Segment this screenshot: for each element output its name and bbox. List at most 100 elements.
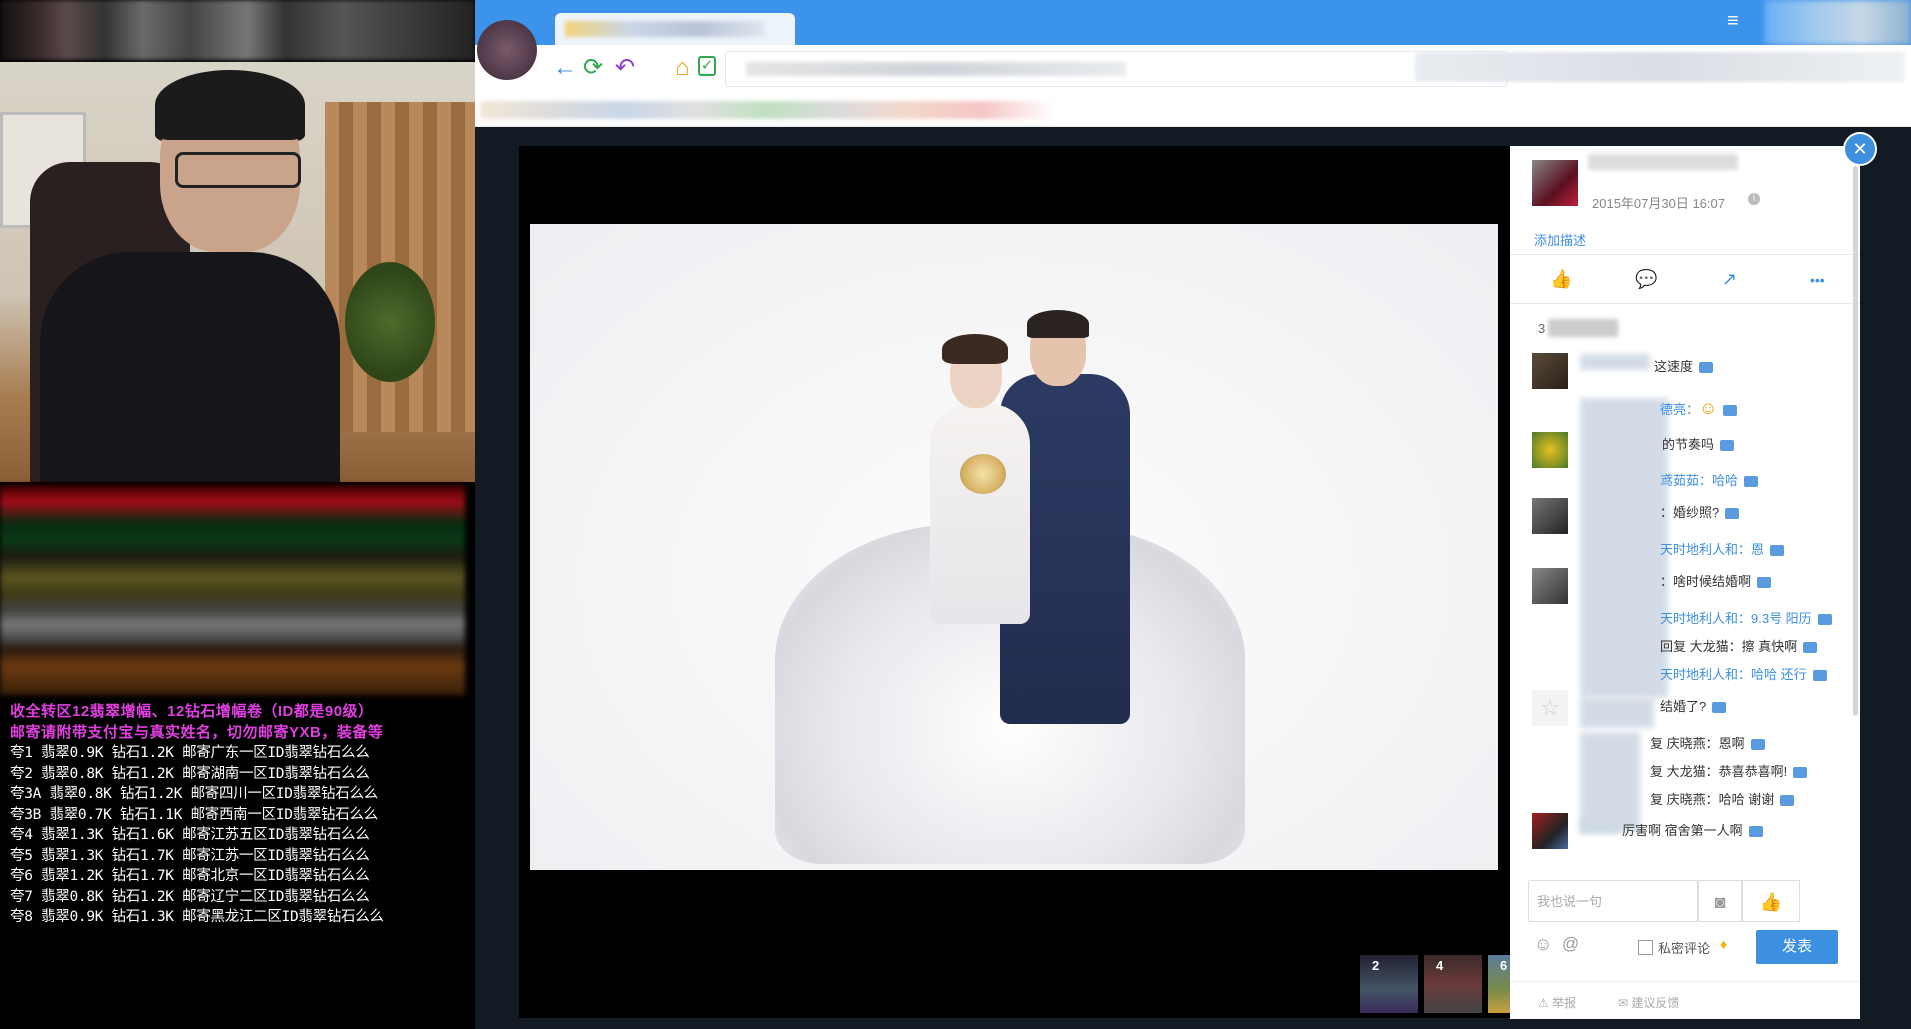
smile-emoji-icon: ☺ <box>1699 398 1718 418</box>
commenter-avatar[interactable] <box>1532 498 1568 534</box>
at-icon[interactable]: @ <box>1562 934 1579 954</box>
menu-icon[interactable]: ≡ <box>1727 10 1739 33</box>
commenter-avatar[interactable] <box>1532 432 1568 468</box>
undo-icon[interactable]: ↶ <box>615 55 635 81</box>
promo-line-1: 收全转区12翡翠增幅、12钻石增幅卷（ID都是90级） <box>10 703 374 720</box>
stream-overlay: 收全转区12翡翠增幅、12钻石增幅卷（ID都是90级） 邮寄请附带支付宝与真实姓… <box>0 0 475 1029</box>
panel-footer: ⚠ 举报 ✉ 建议反馈 <box>1510 981 1860 1020</box>
reply-icon[interactable] <box>1757 577 1772 589</box>
more-icon[interactable]: ••• <box>1810 272 1825 288</box>
reply-icon[interactable] <box>1750 739 1765 751</box>
streamer-shirt <box>40 252 340 482</box>
address-bar[interactable]: ✓ ⚡ ☆ ▾ <box>698 51 1520 87</box>
poster-avatar[interactable] <box>1532 160 1578 206</box>
thumbnail[interactable]: 2 <box>1360 955 1418 1013</box>
tab-title <box>565 21 765 37</box>
comment-text: 天时地利人和：9.3号 阳历 <box>1660 608 1832 627</box>
comment-body: 的节奏吗 <box>1662 437 1715 452</box>
comment-text: ：啥时候结婚啊 <box>1660 571 1772 590</box>
like-icon[interactable]: 👍 <box>1550 269 1572 290</box>
comment-body: 结婚了? <box>1660 699 1707 714</box>
comment-body: 这速度 <box>1654 359 1694 374</box>
reply-icon[interactable] <box>1712 702 1727 714</box>
comment-text: 天时地利人和：恩 <box>1660 539 1785 558</box>
star-icon: ☆ <box>1532 690 1568 726</box>
reply-icon[interactable] <box>1817 614 1832 626</box>
thumbnail[interactable]: 4 <box>1424 955 1482 1013</box>
comment-icon[interactable]: 💬 <box>1635 269 1657 290</box>
report-link[interactable]: ⚠ 举报 <box>1538 994 1576 1011</box>
commenter-avatar[interactable] <box>1532 813 1568 849</box>
camera-icon[interactable]: ◙ <box>1698 880 1742 922</box>
post-time: 2015年07月30日 16:07 <box>1592 196 1725 211</box>
comment-text: 厉害啊 宿舍第一人啊 <box>1622 820 1763 839</box>
comment-text: 的节奏吗 <box>1662 434 1735 453</box>
bookmarks-bar <box>475 93 1911 127</box>
comment-body: ：啥时候结婚啊 <box>1660 574 1752 589</box>
reply-icon[interactable] <box>1793 767 1808 779</box>
comment-text: 天时地利人和：哈哈 还行 <box>1660 664 1827 683</box>
emoji-icon[interactable]: ☺ <box>1534 934 1552 955</box>
comment-text: 复 大龙猫：恭喜恭喜啊! <box>1650 761 1808 780</box>
reply-icon[interactable] <box>1803 642 1818 654</box>
close-button[interactable]: ✕ <box>1843 132 1877 166</box>
price-row: 夸8 翡翠0.9K 钻石1.3K 邮寄黑龙江二区ID翡翠钻石么么 <box>10 909 384 925</box>
share-icon[interactable]: ↗ <box>1722 269 1737 290</box>
comment-input[interactable]: 我也说一句 <box>1528 880 1698 922</box>
price-row: 夸7 翡翠0.8K 钻石1.2K 邮寄辽宁二区ID翡翠钻石么么 <box>10 888 370 905</box>
refresh-icon[interactable]: ⟳ <box>583 55 603 81</box>
action-bar: 👍 💬 ↗ ••• <box>1510 254 1860 304</box>
price-row: 夸3A 翡翠0.8K 钻石1.2K 邮寄四川一区ID翡翠钻石么么 <box>10 786 378 802</box>
reply-icon[interactable] <box>1699 362 1714 374</box>
search-input[interactable] <box>1415 52 1905 82</box>
comment-text: 结婚了? <box>1660 696 1727 715</box>
feedback-link[interactable]: ✉ 建议反馈 <box>1618 994 1679 1011</box>
blurred-overlay <box>0 485 465 695</box>
feedback-label: 建议反馈 <box>1631 996 1680 1010</box>
wedding-photo[interactable] <box>530 224 1498 870</box>
comment-text: 这速度 <box>1654 356 1714 375</box>
comment-body: 厉害啊 宿舍第一人啊 <box>1622 823 1743 838</box>
reply-icon[interactable] <box>1723 405 1738 417</box>
promo-line-2: 邮寄请附带支付宝与真实姓名，切勿邮寄YXB，装备等 <box>10 724 384 741</box>
comment-body: 天时地利人和：恩 <box>1660 542 1765 557</box>
reply-icon[interactable] <box>1720 440 1735 452</box>
comment-text: 回复 大龙猫：擦 真快啊 <box>1660 636 1818 655</box>
price-row: 夸1 翡翠0.9K 钻石1.2K 邮寄广东一区ID翡翠钻石么么 <box>10 745 370 761</box>
send-button[interactable]: 发表 <box>1756 930 1838 964</box>
bookmark-items[interactable] <box>480 101 1055 119</box>
commenter-avatar[interactable] <box>1532 353 1568 389</box>
reply-icon[interactable] <box>1770 545 1785 557</box>
scrollbar[interactable] <box>1853 166 1858 716</box>
webcam-feed <box>0 62 475 482</box>
comment-count: 3 <box>1538 321 1546 336</box>
add-description-link[interactable]: 添加描述 <box>1534 230 1586 249</box>
comment-body: 德亮： <box>1660 402 1700 417</box>
bride-hair <box>942 334 1008 364</box>
reply-icon[interactable] <box>1812 670 1827 682</box>
comment-body: 复 庆晓燕：恩啊 <box>1650 736 1745 751</box>
reply-icon[interactable] <box>1780 795 1795 807</box>
price-row: 夸3B 翡翠0.7K 钻石1.1K 邮寄西南一区ID翡翠钻石么么 <box>10 806 378 823</box>
comment-body: 复 庆晓燕：哈哈 谢谢 <box>1650 792 1775 807</box>
masked-usernames <box>1580 398 1668 698</box>
comment-body: 鸢茹茹：哈哈 <box>1660 473 1739 488</box>
home-icon[interactable]: ⌂ <box>675 55 690 81</box>
info-icon[interactable]: i <box>1748 193 1760 205</box>
comment-body: ：婚纱照? <box>1660 505 1720 520</box>
commenter-avatar[interactable] <box>1532 568 1568 604</box>
poster-name[interactable] <box>1588 154 1738 170</box>
masked-username <box>1580 698 1654 728</box>
close-icon: ✕ <box>1852 139 1868 159</box>
back-icon[interactable]: ← <box>553 55 577 81</box>
thumbs-up-icon[interactable]: 👍 <box>1742 880 1800 922</box>
private-comment-checkbox[interactable] <box>1638 940 1653 955</box>
reply-icon[interactable] <box>1725 508 1740 520</box>
user-avatar[interactable] <box>477 20 537 80</box>
browser-tab[interactable] <box>555 13 795 45</box>
reply-icon[interactable] <box>1744 476 1759 488</box>
reply-icon[interactable] <box>1748 826 1763 838</box>
comment-body: 回复 大龙猫：擦 真快啊 <box>1660 639 1798 654</box>
groom-hair <box>1027 310 1089 338</box>
masked-username <box>1580 354 1650 370</box>
